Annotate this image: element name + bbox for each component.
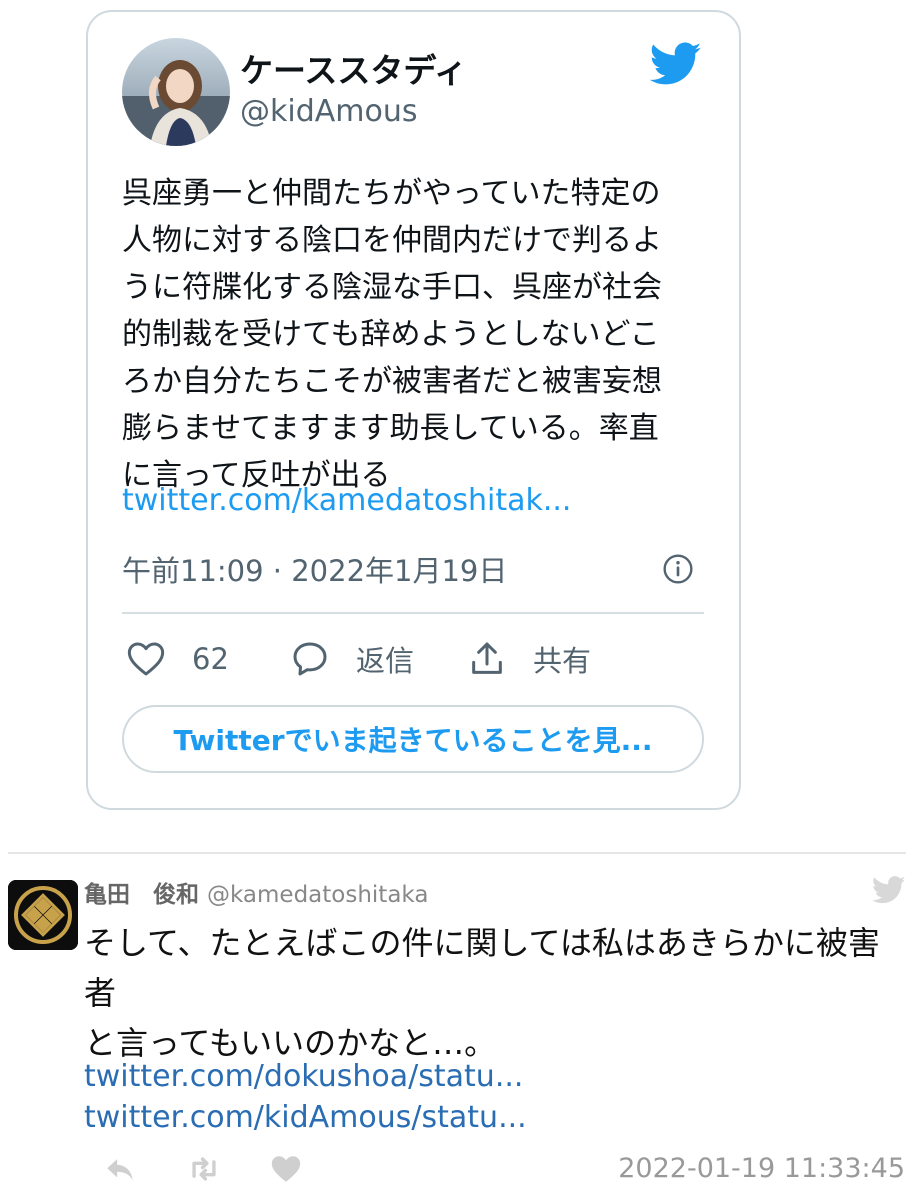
separator [8, 852, 906, 854]
share-button[interactable]: 共有 [467, 638, 591, 680]
author-avatar[interactable] [122, 38, 230, 146]
author-handle[interactable]: @kidAmous [240, 94, 418, 129]
twitter-bird-icon [872, 876, 906, 904]
retweet-icon[interactable] [186, 1152, 222, 1186]
tweet-body: 呉座勇一と仲間たちがやっていた特定の 人物に対する陰口を仲間内だけで判るよ うに… [122, 176, 662, 493]
share-label: 共有 [533, 644, 592, 678]
reply-bubble-icon [293, 642, 327, 676]
reply-link-1[interactable]: twitter.com/dokushoa/statu... [84, 1059, 523, 1094]
twitter-bird-icon[interactable] [650, 42, 702, 86]
share-icon [472, 642, 502, 674]
heart-icon [127, 642, 165, 676]
reply-body: そして、たとえばこの件に関しては私はあきらかに被害者 と言ってもいいのかなと…。 [84, 924, 880, 1062]
reply-datetime[interactable]: 2022-01-19 11:33:45 [618, 1153, 905, 1184]
reply-link-2[interactable]: twitter.com/kidAmous/statu... [84, 1100, 527, 1135]
reply-button[interactable]: 返信 [290, 638, 414, 680]
divider [122, 612, 704, 614]
like-count: 62 [192, 642, 229, 676]
reply-author-name[interactable]: 亀田 俊和 [84, 882, 199, 908]
like-button[interactable]: 62 [126, 638, 229, 680]
like-heart-icon[interactable] [268, 1152, 304, 1186]
tweet-link[interactable]: twitter.com/kamedatoshitak... [122, 483, 571, 518]
tweet-timestamp[interactable]: 午前11:09 · 2022年1月19日 [122, 548, 507, 590]
see-whats-happening-button[interactable]: Twitterでいま起きていることを見... [122, 705, 704, 773]
info-icon[interactable] [662, 553, 694, 585]
reply-author-handle[interactable]: @kamedatoshitaka [207, 882, 428, 908]
reply-header: 亀田 俊和 @kamedatoshitaka [84, 875, 428, 909]
reply-arrow-icon[interactable] [102, 1152, 138, 1186]
reply-author-avatar[interactable] [8, 880, 78, 950]
reply-label: 返信 [356, 644, 415, 678]
author-name[interactable]: ケーススタディ [240, 44, 467, 92]
